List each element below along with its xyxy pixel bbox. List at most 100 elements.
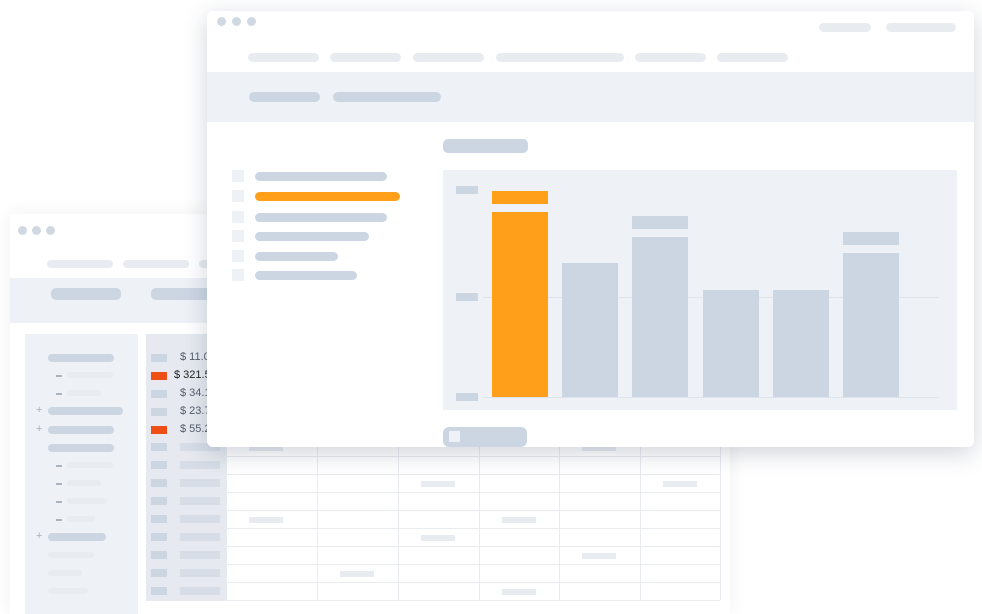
foreground-app-window	[207, 11, 974, 447]
bar-chart	[443, 170, 957, 410]
toolbar-band	[207, 72, 974, 122]
window-control-button[interactable]	[886, 23, 956, 32]
expand-plus-icon[interactable]: +	[36, 424, 42, 435]
amount-value: $ 34.1	[180, 387, 211, 399]
tree-node[interactable]	[48, 426, 114, 434]
row-marker	[151, 461, 167, 469]
nav-item[interactable]	[255, 213, 387, 222]
grid-row-line	[226, 564, 720, 565]
chart-bar[interactable]	[773, 290, 829, 397]
amount-value: $ 11.0	[180, 351, 210, 363]
amount-value: $ 55.2	[180, 423, 211, 435]
row-marker	[151, 479, 167, 487]
toolbar-button[interactable]	[333, 92, 441, 102]
grid-cell-value	[340, 571, 374, 577]
window-dot-icon	[32, 226, 41, 235]
y-tick-label	[456, 186, 478, 194]
grid-column-line	[226, 438, 227, 600]
back-menu-item[interactable]	[47, 260, 113, 268]
grid-row-line	[226, 546, 720, 547]
tree-leaf[interactable]	[67, 516, 95, 522]
nav-item[interactable]	[255, 252, 338, 261]
grid-row-line	[226, 474, 720, 475]
row-marker	[151, 587, 167, 595]
window-dot-icon	[217, 17, 226, 26]
tree-leaf[interactable]	[48, 552, 94, 558]
top-menu-item[interactable]	[635, 53, 706, 62]
tree-dash-icon	[56, 375, 62, 377]
row-marker	[151, 497, 167, 505]
row-marker	[151, 551, 167, 559]
x-axis-line	[483, 397, 939, 398]
chart-action-button[interactable]	[443, 427, 527, 447]
nav-checkbox[interactable]	[232, 170, 244, 182]
top-menu-item[interactable]	[248, 53, 319, 62]
nav-checkbox[interactable]	[232, 250, 244, 262]
chart-bar[interactable]	[632, 237, 688, 397]
tree-dash-icon	[56, 501, 62, 503]
nav-checkbox[interactable]	[232, 230, 244, 242]
amount-value: $ 23.7	[180, 405, 211, 417]
chart-bar-highlighted[interactable]	[492, 212, 548, 397]
nav-checkbox[interactable]	[232, 211, 244, 223]
grid-row-line	[226, 528, 720, 529]
chart-bar[interactable]	[703, 290, 759, 397]
nav-item[interactable]	[255, 232, 369, 241]
tree-node[interactable]	[48, 444, 114, 452]
y-tick-label	[456, 393, 478, 401]
checkbox-icon	[449, 431, 460, 442]
tree-leaf[interactable]	[48, 588, 88, 594]
grid-row-line	[226, 456, 720, 457]
nav-item-active[interactable]	[255, 192, 400, 201]
amount-value: $ 321.5	[174, 369, 211, 381]
tree-leaf[interactable]	[67, 498, 107, 504]
y-tick-label	[456, 293, 478, 301]
top-menu-item[interactable]	[717, 53, 788, 62]
nav-item[interactable]	[255, 271, 357, 280]
window-control-button[interactable]	[819, 23, 871, 32]
chart-bar-label	[843, 232, 899, 245]
grid-column-line	[720, 438, 721, 600]
toolbar-button[interactable]	[249, 92, 320, 102]
grid-column-line	[398, 438, 399, 600]
tree-node[interactable]	[48, 407, 123, 415]
tree-leaf[interactable]	[67, 462, 113, 468]
row-label	[180, 533, 220, 541]
row-marker	[151, 533, 167, 541]
window-dot-icon	[18, 226, 27, 235]
tree-leaf[interactable]	[48, 570, 82, 576]
grid-cell-value	[663, 481, 697, 487]
tree-node[interactable]	[48, 533, 106, 541]
tree-node[interactable]	[48, 354, 114, 362]
chart-bar[interactable]	[562, 263, 618, 397]
tree-leaf[interactable]	[67, 480, 101, 486]
window-dot-icon	[247, 17, 256, 26]
tree-leaf[interactable]	[67, 372, 113, 378]
expand-plus-icon[interactable]: +	[36, 405, 42, 416]
top-menu-item[interactable]	[330, 53, 401, 62]
back-menu-item[interactable]	[123, 260, 189, 268]
grid-column-line	[559, 438, 560, 600]
top-menu-item[interactable]	[413, 53, 484, 62]
grid-row-line	[226, 600, 720, 601]
tree-dash-icon	[56, 393, 62, 395]
grid-row-line	[226, 510, 720, 511]
nav-checkbox[interactable]	[232, 269, 244, 281]
grid-cell-value	[582, 553, 616, 559]
nav-checkbox[interactable]	[232, 190, 244, 202]
grid-cell-value	[421, 535, 455, 541]
grid-row-line	[226, 582, 720, 583]
window-dot-icon	[232, 17, 241, 26]
chart-bar[interactable]	[843, 253, 899, 397]
back-toolbar-button[interactable]	[51, 288, 121, 300]
chart-header-placeholder	[443, 139, 528, 153]
grid-column-line	[640, 438, 641, 600]
tree-leaf[interactable]	[67, 390, 101, 396]
nav-item[interactable]	[255, 172, 387, 181]
window-dot-icon	[46, 226, 55, 235]
expand-plus-icon[interactable]: +	[36, 531, 42, 542]
chart-bar-label	[632, 216, 688, 229]
top-menu-item[interactable]	[496, 53, 624, 62]
row-marker	[151, 390, 167, 398]
row-marker	[151, 443, 167, 451]
